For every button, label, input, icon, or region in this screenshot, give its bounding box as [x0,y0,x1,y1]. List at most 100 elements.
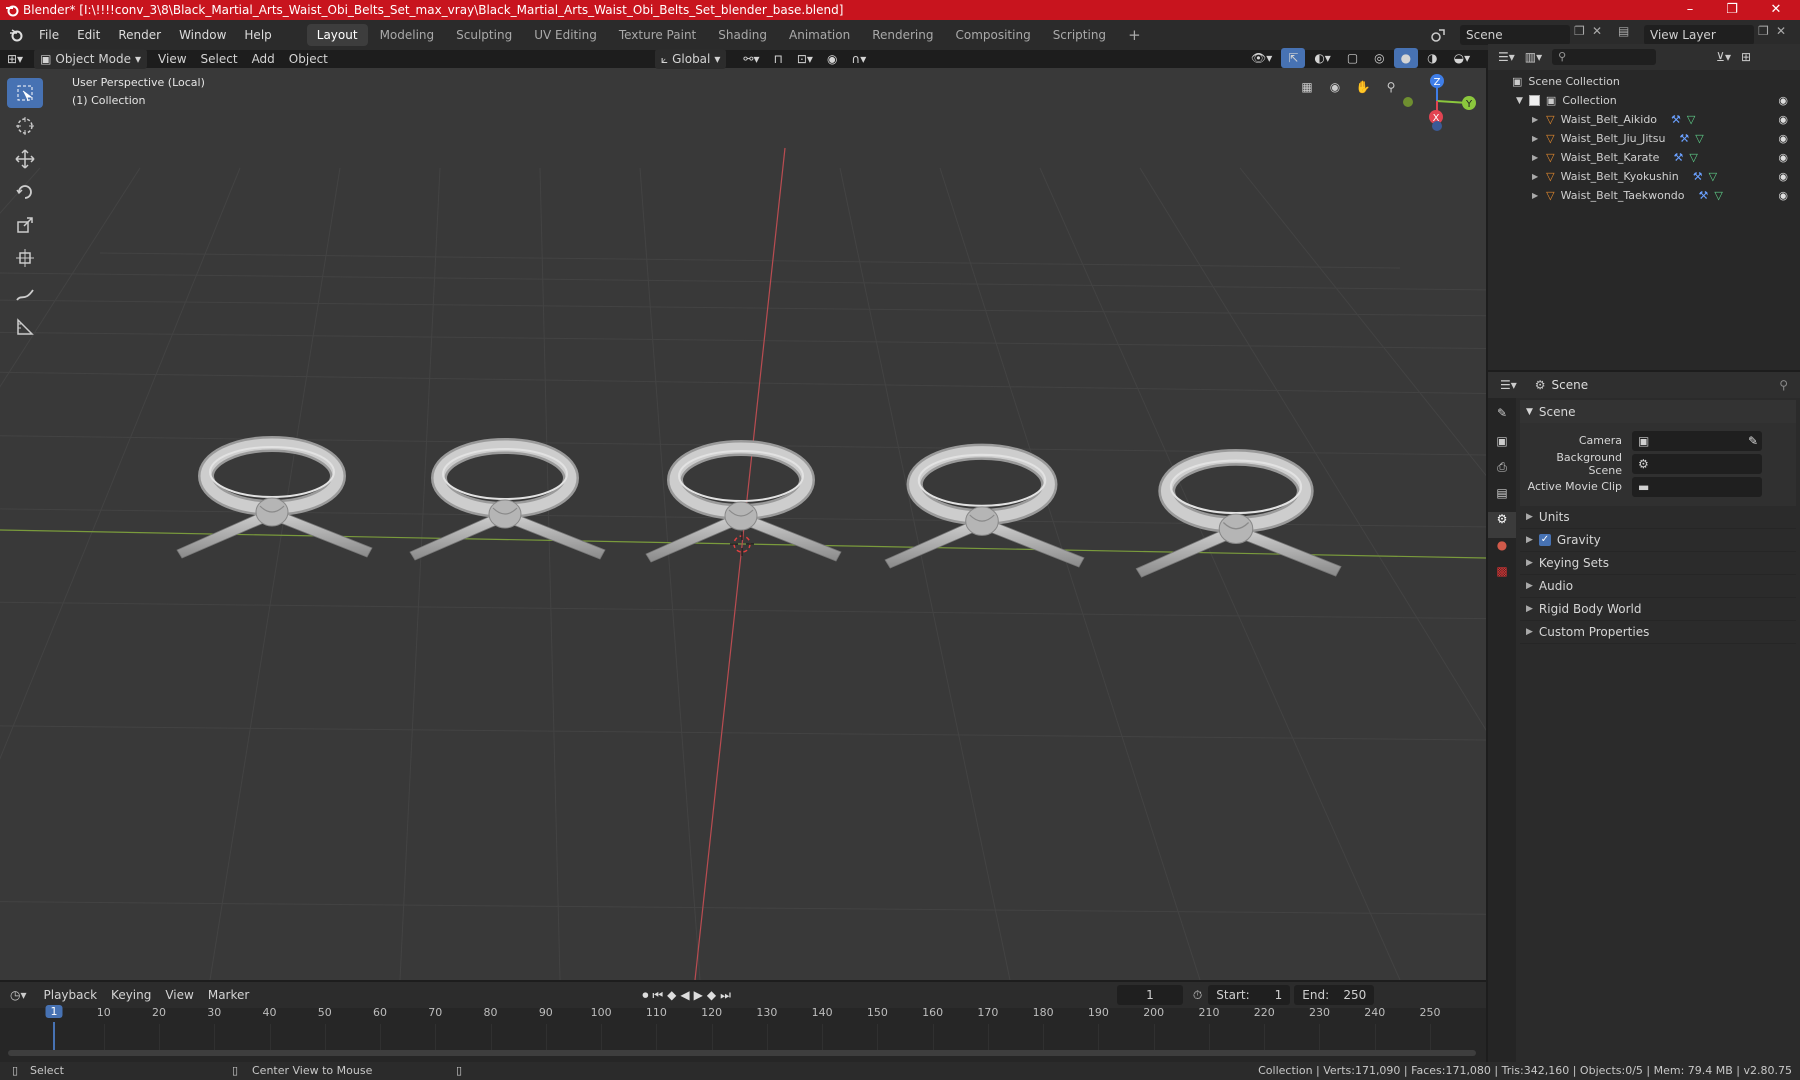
tab-animation[interactable]: Animation [779,24,860,46]
scene-panel-header[interactable]: ▼ Scene [1520,400,1796,423]
belt-model[interactable] [409,438,606,561]
background-scene-field[interactable]: ⚙ [1632,453,1762,474]
tab-rendering[interactable]: Rendering [862,24,943,46]
world-tab-icon[interactable]: ● [1488,538,1516,564]
mesh-data-icon[interactable]: ▽ [1695,132,1703,145]
gizmo-toggle-icon[interactable]: ⇱ [1281,48,1306,68]
grid-view-icon[interactable]: ▦ [1296,80,1318,102]
transform-orientation-dropdown[interactable]: ⟀ Global ▾ [654,49,727,69]
outliner-collection[interactable]: ▼ ▣ Collection ◉ [1488,91,1800,110]
modifier-wrench-icon[interactable]: ⚒ [1679,132,1689,145]
timeline-scrollbar[interactable] [8,1050,1476,1056]
transform-tool[interactable] [7,243,43,273]
expand-arrow-icon[interactable]: ▶ [1532,172,1538,181]
outliner-editor-icon[interactable]: ☰▾ [1498,50,1515,64]
menu-edit[interactable]: Edit [68,20,109,50]
modifier-wrench-icon[interactable]: ⚒ [1699,189,1709,202]
outliner-scene-collection[interactable]: ▣ Scene Collection [1488,72,1800,91]
eyedropper-icon[interactable]: ✎ [1748,431,1758,451]
properties-editor-icon[interactable]: ☰▾ [1500,378,1517,392]
belt-model[interactable] [1135,449,1342,578]
tab-compositing[interactable]: Compositing [945,24,1040,46]
eye-icon[interactable]: ◉ [1778,170,1788,183]
tab-texture-paint[interactable]: Texture Paint [609,24,706,46]
tool-tab-icon[interactable]: ✎ [1488,406,1516,434]
expand-arrow-icon[interactable]: ▶ [1532,134,1538,143]
pivot-icon[interactable]: ⚯▾ [736,49,766,69]
measure-tool[interactable] [7,312,43,342]
material-shading-icon[interactable]: ◑ [1420,48,1444,68]
pin-icon[interactable]: ⚲ [1779,378,1788,392]
scene-tab-icon[interactable]: ⚙ [1488,512,1516,538]
outliner-object-row[interactable]: ▶ ▽ Waist_Belt_Karate ⚒ ▽ ◉ [1488,148,1800,167]
menu-select[interactable]: Select [194,49,245,69]
active-movie-clip-field[interactable]: ▬ [1632,476,1762,497]
display-mode-icon[interactable]: ▥▾ [1525,50,1542,64]
view-layer-copy-icon[interactable]: ❐ [1758,24,1769,38]
section-keying-sets[interactable]: ▶ Keying Sets [1520,552,1796,575]
navigation-gizmo[interactable]: Z Y X [1392,68,1486,158]
mesh-data-icon[interactable]: ▽ [1689,151,1697,164]
eye-icon[interactable]: ◉ [1778,132,1788,145]
view-layer-tab-icon[interactable]: ▤ [1488,486,1516,512]
tab-layout[interactable]: Layout [306,24,368,46]
tab-scripting[interactable]: Scripting [1043,24,1116,46]
collection-checkbox[interactable] [1528,95,1540,106]
render-tab-icon[interactable]: ▣ [1488,434,1516,460]
menu-help[interactable]: Help [235,20,280,50]
minimize-button[interactable]: – [1670,0,1710,20]
tab-uv-editing[interactable]: UV Editing [524,24,607,46]
playhead-line[interactable] [53,1022,55,1050]
new-collection-icon[interactable]: ⊞ [1741,50,1751,64]
xray-icon[interactable]: ▢ [1340,48,1365,68]
view-layer-selector[interactable]: View Layer [1644,25,1754,45]
scene-selector[interactable]: Scene [1460,25,1570,45]
3d-viewport[interactable]: User Perspective (Local) (1) Collection … [0,68,1486,980]
eye-icon[interactable]: ◉ [1778,94,1788,107]
editor-type-icon[interactable]: ⊞▾ [0,49,30,69]
mesh-data-icon[interactable]: ▽ [1714,189,1722,202]
tab-modeling[interactable]: Modeling [370,24,445,46]
expand-arrow-icon[interactable]: ▼ [1516,96,1523,106]
rendered-shading-icon[interactable]: ◒▾ [1447,48,1478,68]
output-tab-icon[interactable]: ⎙ [1488,460,1516,486]
close-button[interactable]: ✕ [1756,0,1796,20]
outliner-object-row[interactable]: ▶ ▽ Waist_Belt_Aikido ⚒ ▽ ◉ [1488,110,1800,129]
view-layer-remove-icon[interactable]: ✕ [1776,24,1786,38]
rotate-tool[interactable] [7,177,43,207]
outliner-object-row[interactable]: ▶ ▽ Waist_Belt_Jiu_Jitsu ⚒ ▽ ◉ [1488,129,1800,148]
modifier-wrench-icon[interactable]: ⚒ [1693,170,1703,183]
expand-arrow-icon[interactable]: ▶ [1532,153,1538,162]
menu-file[interactable]: File [30,20,68,50]
wireframe-shading-icon[interactable]: ◎ [1367,48,1391,68]
snap-icon[interactable]: ⊓ [766,49,789,69]
outliner-object-row[interactable]: ▶ ▽ Waist_Belt_Taekwondo ⚒ ▽ ◉ [1488,186,1800,205]
scene-remove-icon[interactable]: ✕ [1592,24,1602,38]
texture-tab-icon[interactable]: ▩ [1488,564,1516,590]
section-rigid-body-world[interactable]: ▶ Rigid Body World [1520,598,1796,621]
falloff-icon[interactable]: ∩▾ [844,49,873,69]
modifier-wrench-icon[interactable]: ⚒ [1671,113,1681,126]
eye-icon[interactable]: ◉ [1778,189,1788,202]
camera-field[interactable]: ▣ ✎ [1632,430,1762,451]
expand-arrow-icon[interactable]: ▶ [1532,115,1538,124]
mesh-data-icon[interactable]: ▽ [1687,113,1695,126]
tab-shading[interactable]: Shading [708,24,777,46]
section-audio[interactable]: ▶ Audio [1520,575,1796,598]
outliner-search-input[interactable]: ⚲ [1552,49,1657,65]
menu-render[interactable]: Render [109,20,170,50]
belt-model[interactable] [645,440,842,563]
section-custom-properties[interactable]: ▶ Custom Properties [1520,621,1796,644]
section-gravity[interactable]: ▶ ✓ Gravity [1520,529,1796,552]
proportional-edit-icon[interactable]: ◉ [820,49,844,69]
cursor-tool[interactable] [7,111,43,141]
zoom-icon[interactable]: ⚲ [1380,80,1402,102]
modifier-wrench-icon[interactable]: ⚒ [1673,151,1683,164]
scale-tool[interactable] [7,210,43,240]
menu-window[interactable]: Window [170,20,235,50]
pan-hand-icon[interactable]: ✋ [1352,80,1374,102]
annotate-tool[interactable] [7,279,43,309]
menu-add[interactable]: Add [245,49,282,69]
filter-icon[interactable]: ⊻▾ [1716,50,1731,64]
select-box-tool[interactable] [7,78,43,108]
